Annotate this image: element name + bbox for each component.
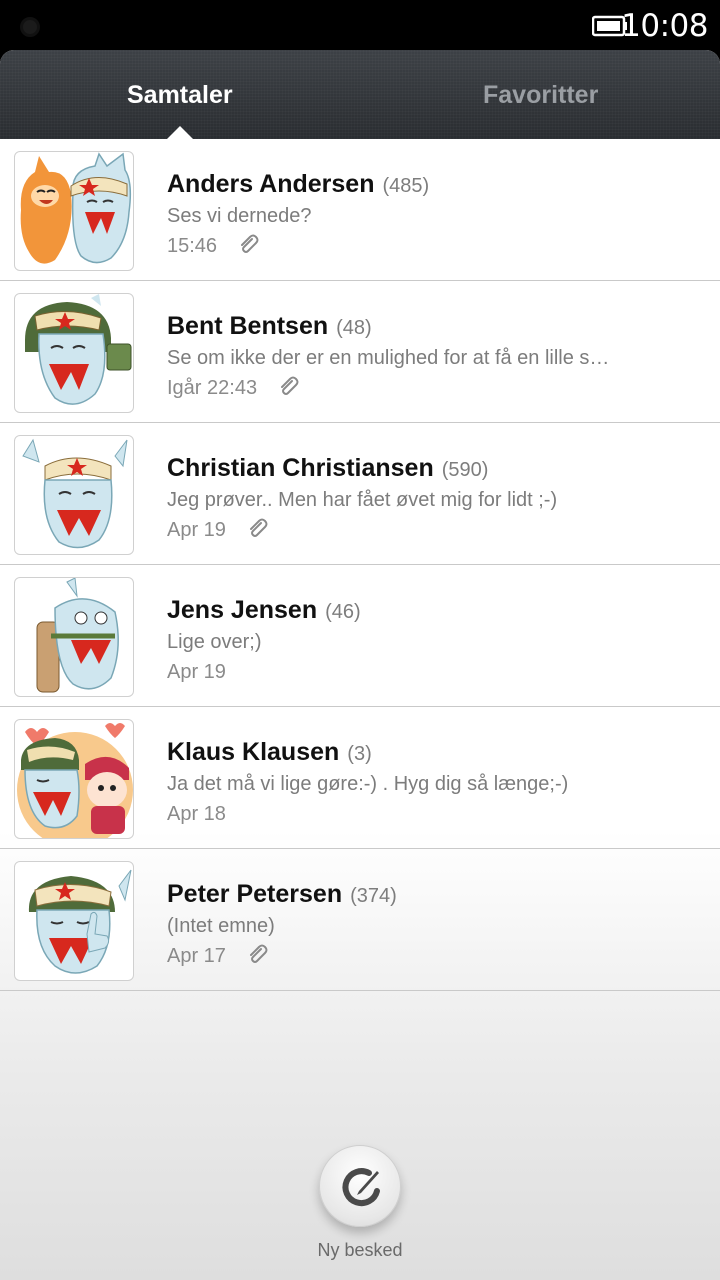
message-count: (3): [347, 743, 372, 765]
message-meta: Apr 18: [167, 803, 226, 826]
message-meta: Apr 19: [167, 661, 226, 684]
message-meta: Apr 17: [167, 944, 268, 968]
message-meta: Igår 22:43: [167, 376, 299, 400]
contact-name-row: Christian Christiansen (590): [167, 454, 488, 483]
contact-name-row: Anders Andersen (485): [167, 170, 429, 199]
message-count: (48): [336, 317, 372, 339]
message-time: 15:46: [167, 235, 218, 257]
conversation-row[interactable]: Jens Jensen (46) Lige over;) Apr 19: [0, 565, 720, 707]
camera-icon: [20, 17, 40, 37]
conversation-row[interactable]: Klaus Klausen (3) Ja det må vi lige gøre:…: [0, 707, 720, 849]
attachment-icon: [249, 944, 267, 963]
message-preview: Se om ikke der er en mulighed for at få …: [167, 347, 610, 369]
message-preview: Ses vi dernede?: [167, 205, 312, 227]
active-tab-indicator: [166, 126, 194, 140]
mascot-wave-avatar: [14, 435, 134, 555]
message-meta: Apr 19: [167, 518, 268, 542]
mascot-hat-avatar: [14, 293, 134, 413]
contact-name-row: Jens Jensen (46): [167, 596, 361, 625]
tab-favorites[interactable]: Favoritter: [483, 81, 598, 110]
contact-name: Jens Jensen: [167, 596, 318, 624]
conversation-row[interactable]: Peter Petersen (374) (Intet emne) Apr 17: [0, 849, 720, 991]
message-preview: Ja det må vi lige gøre:-) . Hyg dig så l…: [167, 773, 569, 795]
contact-name: Klaus Klausen: [167, 738, 340, 766]
message-time: Apr 18: [167, 803, 226, 825]
messaging-app: Samtaler Favoritter Anders Andersen (485…: [0, 50, 720, 1280]
compose-label: Ny besked: [317, 1240, 403, 1260]
status-bar: 10:08: [0, 0, 720, 50]
message-preview: Lige over;): [167, 631, 262, 653]
compose-icon: [342, 1168, 380, 1207]
message-meta: 15:46: [167, 234, 259, 258]
tab-conversations[interactable]: Samtaler: [127, 81, 233, 110]
contact-name: Bent Bentsen: [167, 312, 329, 340]
status-time: 10:08: [621, 8, 708, 44]
compose-button[interactable]: [319, 1145, 401, 1227]
contact-name-row: Klaus Klausen (3): [167, 738, 372, 767]
message-preview: Jeg prøver.. Men har fået øvet mig for l…: [167, 489, 558, 511]
attachment-icon: [280, 376, 299, 395]
mascot-duo-avatar: [14, 151, 134, 271]
message-time: Igår 22:43: [167, 377, 258, 399]
mascot-reach-avatar: [14, 577, 134, 697]
contact-name: Christian Christiansen: [167, 454, 434, 482]
attachment-icon: [240, 234, 259, 253]
conversation-row[interactable]: Christian Christiansen (590) Jeg prøver..…: [0, 423, 720, 565]
message-time: Apr 19: [167, 661, 226, 683]
tab-bar: Samtaler Favoritter: [0, 50, 720, 140]
contact-name-row: Peter Petersen (374): [167, 880, 397, 909]
conversation-row[interactable]: Anders Andersen (485) Ses vi dernede? 15:…: [0, 139, 720, 281]
mascot-hearts-avatar: [14, 719, 134, 839]
contact-name: Anders Andersen: [167, 170, 375, 198]
message-count: (374): [350, 885, 397, 907]
conversation-row[interactable]: Bent Bentsen (48) Se om ikke der er en mu…: [0, 281, 720, 423]
attachment-icon: [249, 518, 267, 537]
message-time: Apr 17: [167, 945, 226, 967]
message-count: (485): [382, 175, 430, 197]
conversation-list: Anders Andersen (485) Ses vi dernede? 15:…: [0, 139, 720, 991]
message-count: (590): [441, 459, 489, 481]
contact-name-row: Bent Bentsen (48): [167, 312, 372, 341]
mascot-thumb-avatar: [14, 861, 134, 981]
contact-name: Peter Petersen: [167, 880, 343, 908]
message-preview: (Intet emne): [167, 915, 275, 937]
message-time: Apr 19: [167, 519, 226, 541]
message-count: (46): [325, 601, 361, 623]
